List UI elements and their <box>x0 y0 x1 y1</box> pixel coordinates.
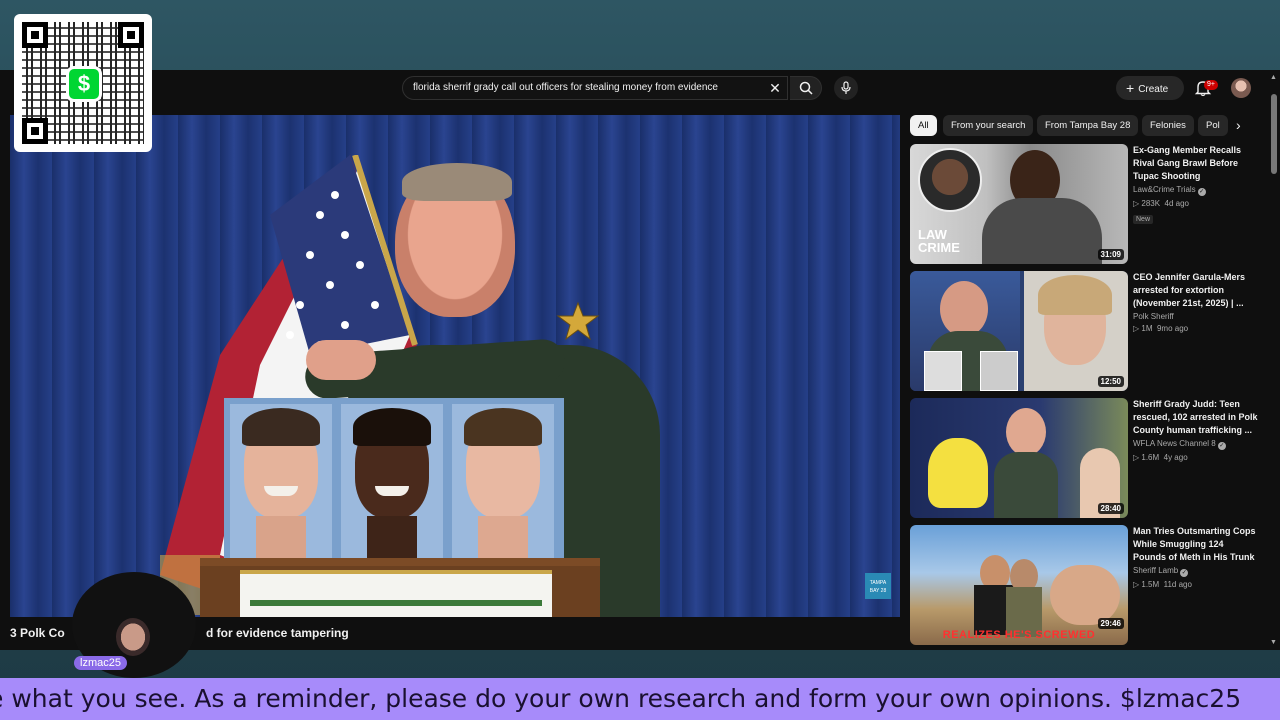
chip-pol[interactable]: Pol <box>1198 115 1228 136</box>
recommended-video[interactable]: 28:40 Sheriff Grady Judd: Teen rescued, … <box>910 398 1260 518</box>
chip-all[interactable]: All <box>910 115 937 136</box>
chip-from-your-search[interactable]: From your search <box>943 115 1034 136</box>
page-scrollbar[interactable]: ▲ ▼ <box>1268 70 1280 650</box>
video-player[interactable]: TAMPA BAY 28 <box>10 115 900 617</box>
video-meta: CEO Jennifer Garula-Mers arrested for ex… <box>1133 271 1258 333</box>
channel-name[interactable]: Sheriff Lamb ✓ <box>1133 566 1258 577</box>
scroll-up-arrow-icon[interactable]: ▲ <box>1270 74 1277 81</box>
mugshot-board <box>224 398 564 563</box>
video-title: 3 Polk Co d for evidence tampering <box>10 626 349 640</box>
video-duration: 28:40 <box>1097 503 1124 514</box>
video-stats: ▷ 1.5M 11d ago <box>1133 580 1192 589</box>
search-input[interactable]: florida sherrif grady call out officers … <box>402 76 788 100</box>
video-stats: ▷ 1M 9mo ago <box>1133 324 1189 333</box>
video-title-part: 3 Polk Co <box>10 626 65 640</box>
chevron-right-icon[interactable]: › <box>1236 117 1241 133</box>
thumbnail-overlay-text: REALIZES HE'S SCREWED <box>942 629 1096 641</box>
notification-count-badge: 9+ <box>1204 80 1218 90</box>
qr-finder-pattern <box>22 22 48 48</box>
clear-search-icon[interactable]: ✕ <box>764 76 786 100</box>
thumbnail-overlay-text: LAW CRIME <box>918 227 960 255</box>
streamer-name-tag: lzmac25 <box>74 656 127 670</box>
ticker-text: e what you see. As a reminder, please do… <box>0 684 1242 713</box>
channel-name[interactable]: WFLA News Channel 8 ✓ <box>1133 439 1258 450</box>
video-thumbnail[interactable]: REALIZES HE'S SCREWED 29:46 <box>910 525 1128 645</box>
podium-sign <box>240 570 552 617</box>
search-button[interactable] <box>790 76 822 100</box>
voice-search-button[interactable] <box>834 76 858 100</box>
video-stats: ▷ 283K 4d ago <box>1133 199 1189 208</box>
sheriff-star-badge <box>556 301 600 341</box>
sheriff-hair <box>402 163 512 201</box>
video-title-part: d for evidence tampering <box>206 626 349 640</box>
filter-chips: All From your search From Tampa Bay 28 F… <box>910 115 1250 137</box>
scrollbar-thumb[interactable] <box>1271 94 1277 174</box>
video-meta: Ex-Gang Member Recalls Rival Gang Brawl … <box>1133 144 1258 226</box>
scrolling-ticker: e what you see. As a reminder, please do… <box>0 678 1280 720</box>
recommended-video[interactable]: 12:50 CEO Jennifer Garula-Mers arrested … <box>910 271 1260 391</box>
chip-from-tampa-bay-28[interactable]: From Tampa Bay 28 <box>1037 115 1139 136</box>
mugshot-photo <box>452 404 554 563</box>
video-title[interactable]: Ex-Gang Member Recalls Rival Gang Brawl … <box>1133 144 1258 183</box>
new-badge: New <box>1133 215 1154 224</box>
channel-name[interactable]: Polk Sheriff <box>1133 312 1258 321</box>
video-duration: 31:09 <box>1097 249 1124 260</box>
video-thumbnail[interactable]: 28:40 <box>910 398 1128 518</box>
video-thumbnail[interactable]: LAW CRIME 31:09 <box>910 144 1128 264</box>
create-button[interactable]: + Create <box>1116 76 1184 100</box>
qr-finder-pattern <box>118 22 144 48</box>
verified-icon: ✓ <box>1217 442 1226 450</box>
verified-icon: ✓ <box>1180 569 1189 577</box>
chip-felonies[interactable]: Felonies <box>1142 115 1194 136</box>
account-avatar[interactable] <box>1231 78 1251 98</box>
youtube-window: florida sherrif grady call out officers … <box>0 70 1280 650</box>
create-label: Create <box>1138 84 1169 95</box>
plus-icon: + <box>1126 80 1135 96</box>
recommended-video[interactable]: LAW CRIME 31:09 Ex-Gang Member Recalls R… <box>910 144 1260 264</box>
video-stats: ▷ 1.6M 4y ago <box>1133 453 1188 462</box>
channel-name[interactable]: Law&Crime Trials ✓ <box>1133 185 1258 196</box>
channel-watermark-logo: TAMPA BAY 28 <box>865 573 891 599</box>
verified-icon: ✓ <box>1197 188 1206 196</box>
cash-app-logo-icon: $ <box>66 66 102 102</box>
mugshot-photo <box>230 404 332 563</box>
video-meta: Man Tries Outsmarting Cops While Smuggli… <box>1133 525 1258 589</box>
search-icon <box>799 81 813 95</box>
donation-qr-code: $ <box>14 14 152 152</box>
search-bar: florida sherrif grady call out officers … <box>402 76 822 100</box>
top-bar: florida sherrif grady call out officers … <box>0 70 1280 108</box>
microphone-icon <box>841 81 851 94</box>
video-title[interactable]: Sheriff Grady Judd: Teen rescued, 102 ar… <box>1133 398 1258 437</box>
video-duration: 29:46 <box>1097 618 1124 629</box>
streamer-face <box>116 618 150 656</box>
pointing-hand <box>306 340 376 380</box>
video-title[interactable]: CEO Jennifer Garula-Mers arrested for ex… <box>1133 271 1258 310</box>
scroll-down-arrow-icon[interactable]: ▼ <box>1270 639 1277 646</box>
video-thumbnail[interactable]: 12:50 <box>910 271 1128 391</box>
video-meta: Sheriff Grady Judd: Teen rescued, 102 ar… <box>1133 398 1258 462</box>
video-title[interactable]: Man Tries Outsmarting Cops While Smuggli… <box>1133 525 1258 564</box>
recommended-video[interactable]: REALIZES HE'S SCREWED 29:46 Man Tries Ou… <box>910 525 1260 645</box>
mugshot-photo <box>341 404 443 563</box>
qr-finder-pattern <box>22 118 48 144</box>
video-duration: 12:50 <box>1097 376 1124 387</box>
